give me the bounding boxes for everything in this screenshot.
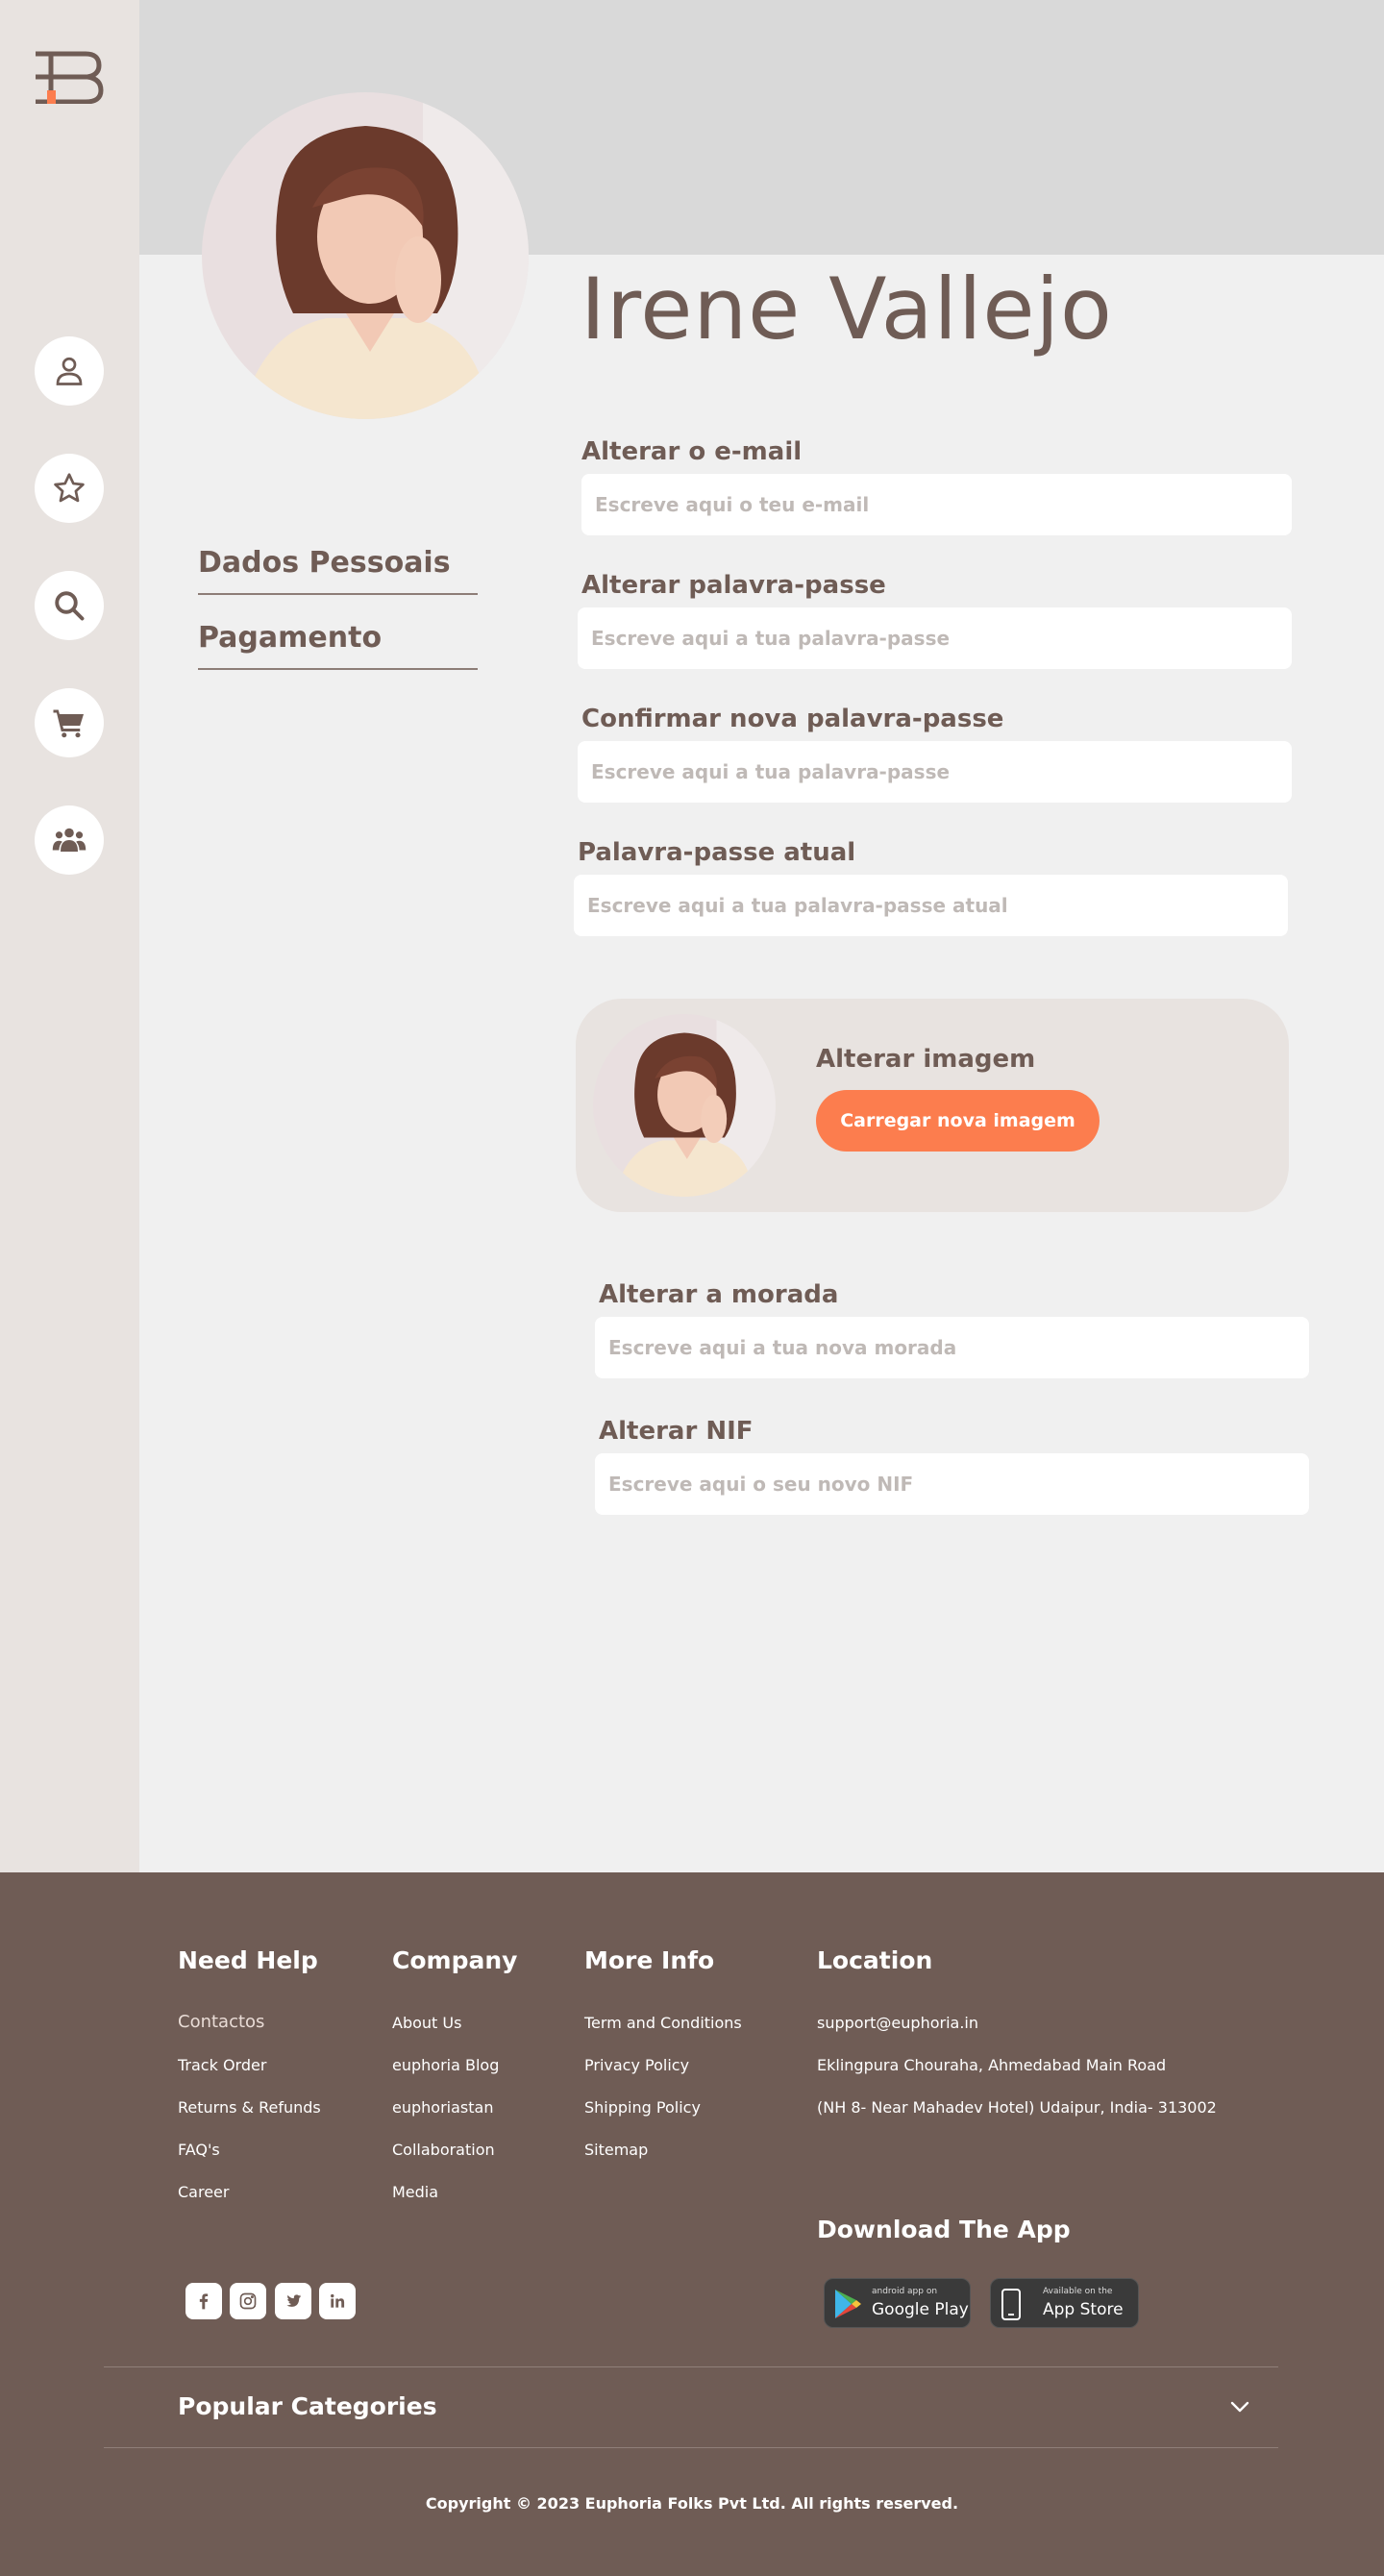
nif-field[interactable] xyxy=(595,1453,1309,1515)
chevron-down-icon[interactable] xyxy=(1228,2395,1251,2418)
linkedin-icon[interactable] xyxy=(319,2283,356,2319)
copyright: Copyright © 2023 Euphoria Folks Pvt Ltd.… xyxy=(425,2494,959,2513)
email-label: Alterar o e-mail xyxy=(581,437,803,466)
logo[interactable] xyxy=(32,50,105,104)
current-password-field[interactable] xyxy=(574,875,1288,936)
phone-icon xyxy=(1001,2289,1021,2320)
footer-address-line-2: (NH 8- Near Mahadev Hotel) Udaipur, Indi… xyxy=(817,2098,1217,2117)
address-label: Alterar a morada xyxy=(599,1280,839,1309)
footer-link-shipping[interactable]: Shipping Policy xyxy=(584,2098,701,2117)
app-store-button[interactable]: Available on the App Store xyxy=(990,2278,1139,2328)
footer-link-track-order[interactable]: Track Order xyxy=(178,2056,266,2074)
footer-link-blog[interactable]: euphoria Blog xyxy=(392,2056,499,2074)
nif-label: Alterar NIF xyxy=(599,1417,754,1446)
profile-photo-thumbnail xyxy=(593,1014,776,1197)
google-play-big-text: Google Play xyxy=(872,2300,969,2319)
footer-link-faqs[interactable]: FAQ's xyxy=(178,2141,220,2159)
footer-link-terms[interactable]: Term and Conditions xyxy=(584,2014,742,2032)
password-field[interactable] xyxy=(578,607,1292,669)
footer-link-contacts[interactable]: Contactos xyxy=(178,2012,264,2032)
popular-categories-title[interactable]: Popular Categories xyxy=(178,2392,437,2420)
footer xyxy=(0,1872,1384,2576)
upload-image-button[interactable]: Carregar nova imagem xyxy=(816,1090,1100,1152)
address-field[interactable] xyxy=(595,1317,1309,1378)
footer-company-title: Company xyxy=(392,1946,518,1974)
email-field[interactable] xyxy=(581,474,1292,535)
nav-personal-data[interactable]: Dados Pessoais xyxy=(198,546,478,595)
footer-link-privacy[interactable]: Privacy Policy xyxy=(584,2056,689,2074)
twitter-icon[interactable] xyxy=(275,2283,311,2319)
footer-divider-bottom xyxy=(104,2447,1278,2448)
sidebar xyxy=(0,0,139,1872)
footer-link-returns[interactable]: Returns & Refunds xyxy=(178,2098,321,2117)
footer-link-about[interactable]: About Us xyxy=(392,2014,461,2032)
nav-payment[interactable]: Pagamento xyxy=(198,621,478,670)
confirm-password-label: Confirmar nova palavra-passe xyxy=(581,705,1004,733)
change-image-card: Alterar imagem Carregar nova imagem xyxy=(576,999,1289,1212)
download-app-title: Download The App xyxy=(817,2216,1071,2243)
footer-link-euphoriastan[interactable]: euphoriastan xyxy=(392,2098,493,2117)
current-password-label: Palavra-passe atual xyxy=(578,838,856,867)
profile-name: Irene Vallejo xyxy=(581,260,1113,359)
change-image-label: Alterar imagem xyxy=(816,1045,1036,1074)
facebook-icon[interactable] xyxy=(185,2283,222,2319)
google-play-small-text: android app on xyxy=(872,2287,938,2296)
footer-support-email[interactable]: support@euphoria.in xyxy=(817,2014,978,2032)
app-store-small-text: Available on the xyxy=(1043,2287,1113,2296)
password-label: Alterar palavra-passe xyxy=(581,571,886,600)
footer-link-career[interactable]: Career xyxy=(178,2183,229,2201)
confirm-password-field[interactable] xyxy=(578,741,1292,803)
footer-link-collaboration[interactable]: Collaboration xyxy=(392,2141,495,2159)
footer-need-help-title: Need Help xyxy=(178,1946,318,1974)
google-play-icon xyxy=(835,2290,861,2318)
profile-photo xyxy=(202,92,529,419)
footer-link-sitemap[interactable]: Sitemap xyxy=(584,2141,648,2159)
instagram-icon[interactable] xyxy=(230,2283,266,2319)
cart-icon[interactable] xyxy=(35,688,104,757)
footer-link-media[interactable]: Media xyxy=(392,2183,438,2201)
footer-location-title: Location xyxy=(817,1946,933,1974)
group-icon[interactable] xyxy=(35,805,104,875)
google-play-button[interactable]: android app on Google Play xyxy=(824,2278,971,2328)
footer-address-line-1: Eklingpura Chouraha, Ahmedabad Main Road xyxy=(817,2056,1167,2074)
search-icon[interactable] xyxy=(35,571,104,640)
footer-more-info-title: More Info xyxy=(584,1946,715,1974)
footer-divider-top xyxy=(104,2366,1278,2367)
app-store-big-text: App Store xyxy=(1043,2300,1124,2319)
user-icon[interactable] xyxy=(35,336,104,406)
star-icon[interactable] xyxy=(35,454,104,523)
